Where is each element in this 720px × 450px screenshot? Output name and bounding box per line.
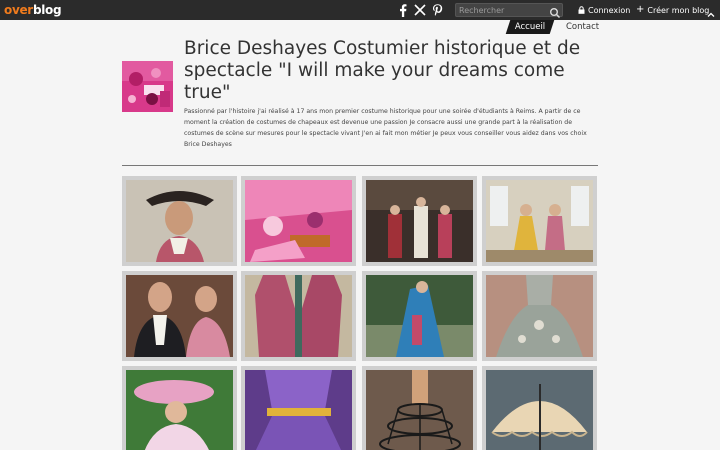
pinterest-icon[interactable] [430, 2, 444, 18]
logo-text-blog: blog [32, 3, 62, 17]
search-icon[interactable] [549, 4, 561, 19]
gallery-item-12[interactable] [482, 366, 597, 450]
gallery-item-3[interactable] [362, 176, 477, 266]
logo-text-over: over [4, 3, 33, 17]
lock-icon [578, 6, 585, 14]
photo-lace-parasol [486, 370, 593, 450]
login-label: Connexion [588, 5, 631, 15]
blog-avatar[interactable] [122, 61, 173, 112]
photo-blue-cloaked-figure [366, 275, 473, 357]
gallery-item-7[interactable] [362, 271, 477, 361]
search-input[interactable] [455, 3, 563, 17]
chevron-up-icon[interactable] [706, 5, 716, 17]
gallery-item-5[interactable] [122, 271, 237, 361]
photo-costumed-group-in-hall [366, 180, 473, 262]
create-blog-label: Créer mon blog [647, 5, 710, 15]
blog-title: Brice Deshayes Costumier historique et d… [184, 38, 581, 103]
top-bar: overblog Connexion + Créer mon blog [0, 0, 720, 20]
login-button[interactable]: Connexion [578, 3, 630, 17]
gallery-item-2[interactable] [241, 176, 356, 266]
gallery-item-11[interactable] [362, 366, 477, 450]
gallery-item-9[interactable] [122, 366, 237, 450]
overblog-logo[interactable]: overblog [4, 2, 62, 18]
gallery-item-8[interactable] [482, 271, 597, 361]
photo-lady-in-pink-hat [126, 370, 233, 450]
photo-purple-gown-gold-sash [245, 370, 352, 450]
photo-ornate-grey-gown [486, 275, 593, 357]
photo-pink-fabrics-and-trims [245, 180, 352, 262]
facebook-icon[interactable] [397, 2, 409, 18]
nav-item-contact[interactable]: Contact [566, 20, 599, 34]
nav-item-accueil[interactable]: Accueil [505, 20, 555, 34]
gallery-item-6[interactable] [241, 271, 356, 361]
photo-crinoline-frame [366, 370, 473, 450]
nav-accueil-label: Accueil [514, 22, 546, 32]
photo-couple-in-ballroom [486, 180, 593, 262]
create-blog-button[interactable]: + Créer mon blog [636, 3, 709, 17]
gallery-item-4[interactable] [482, 176, 597, 266]
photo-pink-brocade-waistcoat [245, 275, 352, 357]
plus-icon: + [636, 4, 645, 15]
divider [122, 165, 598, 166]
gallery-item-1[interactable] [122, 176, 237, 266]
photo-man-in-white-cravat [126, 275, 233, 357]
x-icon[interactable] [413, 2, 427, 18]
blog-description: Passionné par l'histoire j'ai réalisé à … [184, 108, 587, 148]
gallery-item-10[interactable] [241, 366, 356, 450]
photo-man-in-tricorn-hat [126, 180, 233, 262]
